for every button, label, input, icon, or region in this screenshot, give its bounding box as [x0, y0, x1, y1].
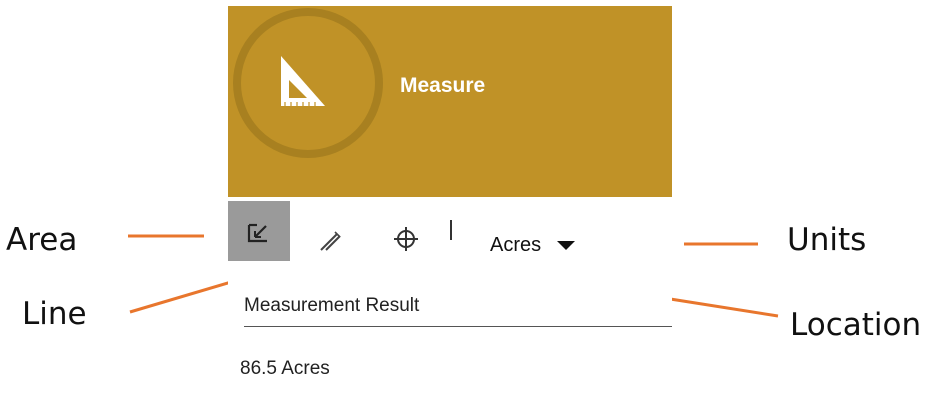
- toolbar-divider: [450, 220, 452, 240]
- result-heading: Measurement Result: [244, 295, 420, 316]
- result-divider: [244, 326, 672, 327]
- units-value: Acres: [490, 234, 542, 256]
- location-annotation: Location: [790, 307, 922, 343]
- location-tool-button[interactable]: [384, 217, 428, 261]
- area-annotation: Area: [6, 222, 78, 258]
- area-measure-icon: [247, 223, 267, 243]
- panel-title: Measure: [400, 74, 486, 97]
- location-crosshair-icon: [394, 227, 418, 251]
- measure-panel: Measure Acres Measurement Result 86.5 Ac…: [228, 6, 672, 400]
- units-dropdown[interactable]: Acres: [490, 234, 576, 257]
- panel-header: Measure: [228, 6, 672, 197]
- line-measure-icon: [320, 231, 341, 251]
- result-value: 86.5 Acres: [240, 358, 330, 379]
- units-annotation: Units: [787, 222, 867, 258]
- line-tool-button[interactable]: [308, 219, 352, 263]
- caret-down-icon: [557, 241, 576, 250]
- area-tool-button[interactable]: [228, 201, 290, 261]
- line-annotation: Line: [22, 296, 87, 332]
- measure-triangle-icon: [281, 56, 325, 106]
